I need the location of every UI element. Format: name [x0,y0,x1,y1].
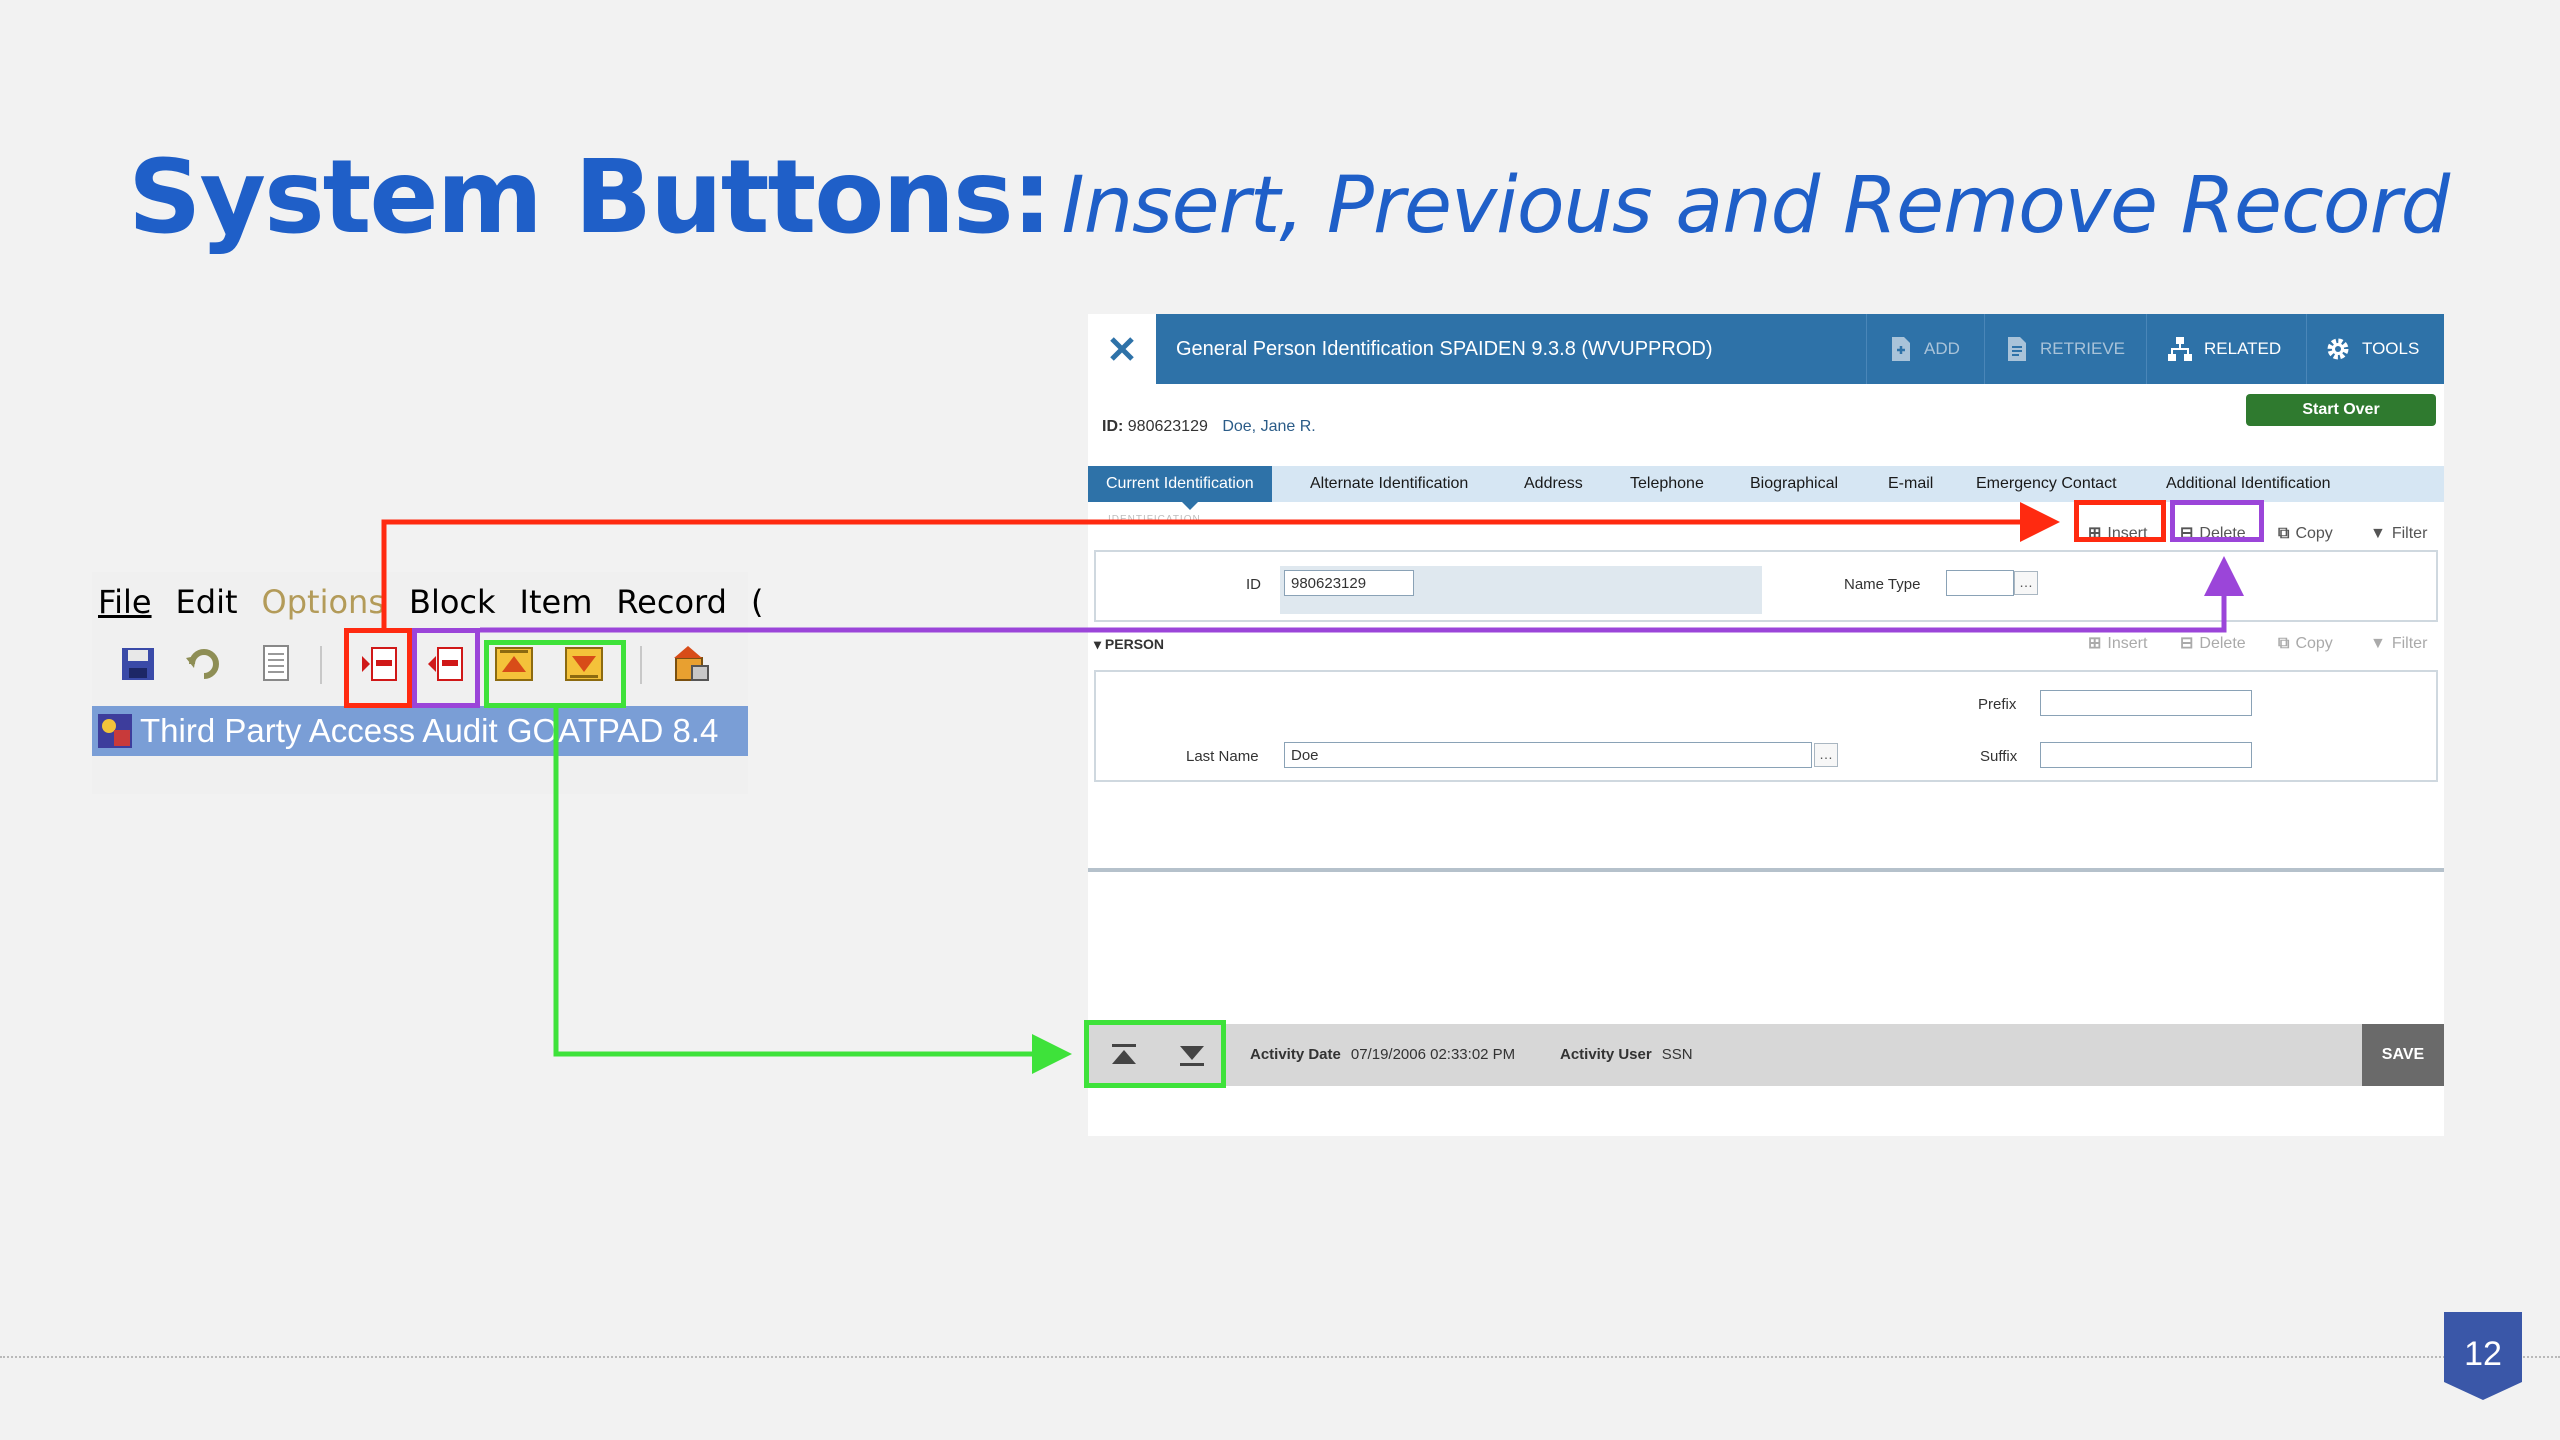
close-icon [1110,337,1134,361]
person-copy-button[interactable]: ⧉ Copy [2278,630,2333,658]
header-divider [1984,314,1985,384]
minus-box-icon: ⊟ [2180,525,2194,542]
remove-record-icon[interactable] [422,640,470,688]
save-button[interactable]: SAVE [2362,1024,2444,1086]
person-filter-button[interactable]: ▼ Filter [2370,630,2427,658]
sitemap-icon [2168,337,2192,361]
copy-icon: ⧉ [2278,525,2290,542]
undo-icon[interactable] [180,640,228,688]
page-number: 12 [2464,1335,2502,1373]
suffix-label: Suffix [1980,748,2018,765]
last-record-button[interactable] [1158,1024,1226,1086]
filter-icon: ▼ [2370,525,2386,542]
tab-current-identification[interactable]: Current Identification [1088,466,1272,502]
insert-button[interactable]: ⊞ Insert [2088,520,2147,548]
tools-button[interactable]: TOOLS [2324,314,2419,384]
minus-box-icon: ⊟ [2180,635,2194,652]
exit-icon[interactable] [668,640,716,688]
page-number-badge: 12 [2444,1312,2522,1400]
title-main: System Buttons: [128,138,1052,257]
save-icon[interactable] [114,640,162,688]
header-divider [1866,314,1867,384]
prefix-input[interactable] [2040,690,2252,716]
menu-record[interactable]: Record [616,580,727,624]
tab-alternate-identification[interactable]: Alternate Identification [1310,466,1468,502]
menu-item[interactable]: Item [520,580,593,624]
header-divider [2146,314,2147,384]
plus-box-icon: ⊞ [2088,635,2102,652]
banner-header: General Person Identification SPAIDEN 9.… [1088,314,2444,384]
id-label: ID [1246,576,1261,593]
tab-biographical[interactable]: Biographical [1750,466,1838,502]
retrieve-button[interactable]: RETRIEVE [2002,314,2125,384]
gear-icon [2327,338,2349,360]
copy-button[interactable]: ⧉ Copy [2278,520,2333,548]
first-record-button[interactable] [1090,1024,1158,1086]
tab-additional-identification[interactable]: Additional Identification [2166,466,2331,502]
app-icon [98,714,132,748]
add-page-icon [1892,337,1910,361]
slide-title: System Buttons: Insert, Previous and Rem… [128,138,2451,257]
page-title: General Person Identification SPAIDEN 9.… [1176,338,1713,360]
person-name: Doe, Jane R. [1222,418,1316,435]
related-button[interactable]: RELATED [2166,314,2281,384]
delete-button[interactable]: ⊟ Delete [2180,520,2246,548]
section-label: IDENTIFICATION [1108,514,1201,525]
tab-address[interactable]: Address [1524,466,1583,502]
previous-block-icon[interactable] [490,640,538,688]
document-icon[interactable] [252,640,300,688]
prefix-label: Prefix [1978,696,2017,713]
activity-user: Activity User SSN [1560,1046,1693,1063]
menu-edit[interactable]: Edit [176,580,238,624]
filter-button[interactable]: ▼ Filter [2370,520,2427,548]
last-record-icon [1180,1046,1204,1066]
copy-icon: ⧉ [2278,635,2290,652]
status-footer: Activity Date 07/19/2006 02:33:02 PM Acti… [1088,1024,2444,1086]
add-button[interactable]: ADD [1886,314,1960,384]
person-section-header: ▾ PERSON [1094,636,1165,652]
last-name-lookup-button[interactable]: … [1814,743,1838,767]
id-input[interactable]: 980623129 [1284,570,1414,596]
key-block-info: ID: 980623129 Doe, Jane R. [1102,418,1316,435]
menu-block[interactable]: Block [409,580,496,624]
toolbar-separator [320,646,322,684]
tab-telephone[interactable]: Telephone [1630,466,1704,502]
toolbar-separator [640,646,642,684]
slide-footer-rule [0,1356,2560,1358]
last-name-label: Last Name [1186,748,1259,765]
start-over-button[interactable]: Start Over [2246,394,2436,426]
legacy-toolbar [92,634,748,694]
menu-file[interactable]: File [98,580,152,624]
retrieve-page-icon [2008,337,2026,361]
legacy-form-snippet: File Edit Options Block Item Record (Th… [92,572,763,794]
person-insert-button[interactable]: ⊞ Insert [2088,630,2147,658]
close-button[interactable] [1088,314,1156,384]
banner-window: General Person Identification SPAIDEN 9.… [1088,314,2444,1136]
activity-date: Activity Date 07/19/2006 02:33:02 PM [1250,1046,1516,1063]
first-record-icon [1112,1044,1136,1064]
title-sub: Insert, Previous and Remove Record [1061,161,2451,251]
insert-record-icon[interactable] [356,640,404,688]
menu-more[interactable]: ( [751,580,763,624]
plus-box-icon: ⊞ [2088,525,2102,542]
panel-bottom-border [1088,868,2444,872]
last-name-input[interactable]: Doe [1284,742,1812,768]
name-type-input[interactable] [1946,570,2014,596]
legacy-window-title: Third Party Access Audit GOATPAD 8.4 [92,706,748,756]
suffix-input[interactable] [2040,742,2252,768]
tab-emergency-contact[interactable]: Emergency Contact [1976,466,2117,502]
tab-bar: Current Identification Alternate Identif… [1088,466,2444,502]
person-delete-button[interactable]: ⊟ Delete [2180,630,2246,658]
key-id-value: 980623129 [1127,418,1208,435]
name-type-label: Name Type [1844,576,1921,593]
menu-options[interactable]: Options [262,580,385,624]
legacy-menu-bar: File Edit Options Block Item Record ( [98,580,763,624]
active-tab-caret [1182,502,1198,510]
tab-email[interactable]: E-mail [1888,466,1933,502]
filter-icon: ▼ [2370,635,2386,652]
next-block-icon[interactable] [560,640,608,688]
header-divider [2306,314,2307,384]
name-type-lookup-button[interactable]: … [2014,571,2038,595]
